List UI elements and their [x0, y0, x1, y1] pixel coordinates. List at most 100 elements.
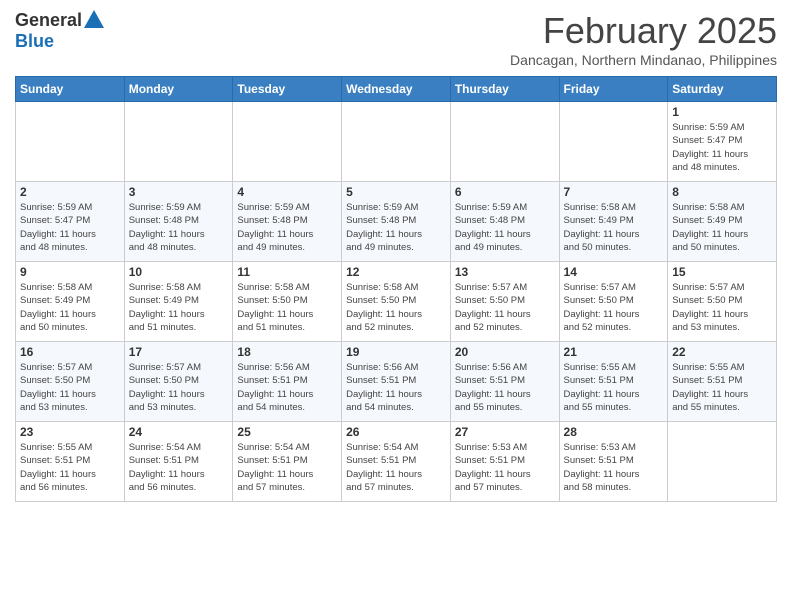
calendar-week-row: 2 Sunrise: 5:59 AM Sunset: 5:47 PM Daylig…	[16, 182, 777, 262]
calendar-week-row: 23Sunrise: 5:55 AM Sunset: 5:51 PM Dayli…	[16, 422, 777, 502]
day-info: Sunrise: 5:55 AM Sunset: 5:51 PM Dayligh…	[564, 361, 664, 414]
day-number: 1	[672, 105, 772, 119]
calendar-cell: 1 Sunrise: 5:59 AM Sunset: 5:47 PM Daylig…	[668, 102, 777, 182]
calendar-day-header: Friday	[559, 77, 668, 102]
day-number: 12	[346, 265, 446, 279]
day-number: 23	[20, 425, 120, 439]
calendar-cell: 26 Sunrise: 5:54 AM Sunset: 5:51 PM Dayli…	[342, 422, 451, 502]
day-number: 27	[455, 425, 555, 439]
day-info: Sunrise: 5:57 AM Sunset: 5:50 PM Dayligh…	[564, 281, 664, 334]
title-section: February 2025 Dancagan, Northern Mindana…	[510, 10, 777, 68]
logo-blue-text: Blue	[15, 31, 54, 52]
day-number: 9	[20, 265, 120, 279]
calendar-cell: 4 Sunrise: 5:59 AM Sunset: 5:48 PM Daylig…	[233, 182, 342, 262]
calendar-cell: 18Sunrise: 5:56 AM Sunset: 5:51 PM Dayli…	[233, 342, 342, 422]
day-number: 28	[564, 425, 664, 439]
logo-triangle-icon	[84, 10, 104, 28]
day-info: Sunrise: 5:54 AM Sunset: 5:51 PM Dayligh…	[237, 441, 337, 494]
calendar-cell: 22 Sunrise: 5:55 AM Sunset: 5:51 PM Dayli…	[668, 342, 777, 422]
day-info: Sunrise: 5:56 AM Sunset: 5:51 PM Dayligh…	[455, 361, 555, 414]
day-info: Sunrise: 5:57 AM Sunset: 5:50 PM Dayligh…	[129, 361, 229, 414]
calendar-cell	[450, 102, 559, 182]
day-number: 8	[672, 185, 772, 199]
day-number: 19	[346, 345, 446, 359]
calendar-cell: 17 Sunrise: 5:57 AM Sunset: 5:50 PM Dayli…	[124, 342, 233, 422]
calendar-cell: 23Sunrise: 5:55 AM Sunset: 5:51 PM Dayli…	[16, 422, 125, 502]
day-info: Sunrise: 5:53 AM Sunset: 5:51 PM Dayligh…	[564, 441, 664, 494]
day-number: 22	[672, 345, 772, 359]
calendar-day-header: Saturday	[668, 77, 777, 102]
calendar-cell: 9 Sunrise: 5:58 AM Sunset: 5:49 PM Daylig…	[16, 262, 125, 342]
calendar-cell: 14 Sunrise: 5:57 AM Sunset: 5:50 PM Dayli…	[559, 262, 668, 342]
day-number: 5	[346, 185, 446, 199]
day-number: 26	[346, 425, 446, 439]
day-number: 7	[564, 185, 664, 199]
day-number: 17	[129, 345, 229, 359]
day-info: Sunrise: 5:58 AM Sunset: 5:49 PM Dayligh…	[564, 201, 664, 254]
day-number: 13	[455, 265, 555, 279]
day-info: Sunrise: 5:59 AM Sunset: 5:48 PM Dayligh…	[237, 201, 337, 254]
calendar-day-header: Wednesday	[342, 77, 451, 102]
day-number: 4	[237, 185, 337, 199]
month-year-title: February 2025	[510, 10, 777, 52]
day-info: Sunrise: 5:58 AM Sunset: 5:49 PM Dayligh…	[129, 281, 229, 334]
day-number: 25	[237, 425, 337, 439]
logo-general-text: General	[15, 10, 82, 31]
calendar-cell: 15Sunrise: 5:57 AM Sunset: 5:50 PM Dayli…	[668, 262, 777, 342]
day-number: 6	[455, 185, 555, 199]
calendar-cell	[559, 102, 668, 182]
day-number: 20	[455, 345, 555, 359]
calendar-cell: 21 Sunrise: 5:55 AM Sunset: 5:51 PM Dayli…	[559, 342, 668, 422]
calendar-cell: 5 Sunrise: 5:59 AM Sunset: 5:48 PM Daylig…	[342, 182, 451, 262]
day-number: 21	[564, 345, 664, 359]
calendar-cell: 3Sunrise: 5:59 AM Sunset: 5:48 PM Daylig…	[124, 182, 233, 262]
location-text: Dancagan, Northern Mindanao, Philippines	[510, 52, 777, 68]
day-info: Sunrise: 5:59 AM Sunset: 5:48 PM Dayligh…	[455, 201, 555, 254]
calendar-cell: 6 Sunrise: 5:59 AM Sunset: 5:48 PM Daylig…	[450, 182, 559, 262]
calendar-cell: 7 Sunrise: 5:58 AM Sunset: 5:49 PM Daylig…	[559, 182, 668, 262]
day-info: Sunrise: 5:58 AM Sunset: 5:49 PM Dayligh…	[20, 281, 120, 334]
calendar-cell: 25 Sunrise: 5:54 AM Sunset: 5:51 PM Dayli…	[233, 422, 342, 502]
calendar-cell: 16 Sunrise: 5:57 AM Sunset: 5:50 PM Dayli…	[16, 342, 125, 422]
day-info: Sunrise: 5:54 AM Sunset: 5:51 PM Dayligh…	[129, 441, 229, 494]
calendar-cell: 8 Sunrise: 5:58 AM Sunset: 5:49 PM Daylig…	[668, 182, 777, 262]
calendar-header-row: SundayMondayTuesdayWednesdayThursdayFrid…	[16, 77, 777, 102]
logo: General Blue	[15, 10, 104, 52]
day-number: 16	[20, 345, 120, 359]
header: General Blue February 2025 Dancagan, Nor…	[15, 10, 777, 68]
calendar-cell: 2 Sunrise: 5:59 AM Sunset: 5:47 PM Daylig…	[16, 182, 125, 262]
logo-text: General	[15, 10, 104, 31]
day-number: 18	[237, 345, 337, 359]
day-number: 2	[20, 185, 120, 199]
day-number: 14	[564, 265, 664, 279]
day-info: Sunrise: 5:53 AM Sunset: 5:51 PM Dayligh…	[455, 441, 555, 494]
calendar-cell	[668, 422, 777, 502]
calendar-cell	[16, 102, 125, 182]
calendar-cell: 24 Sunrise: 5:54 AM Sunset: 5:51 PM Dayli…	[124, 422, 233, 502]
day-info: Sunrise: 5:59 AM Sunset: 5:47 PM Dayligh…	[20, 201, 120, 254]
calendar-day-header: Tuesday	[233, 77, 342, 102]
day-info: Sunrise: 5:59 AM Sunset: 5:48 PM Dayligh…	[129, 201, 229, 254]
day-info: Sunrise: 5:59 AM Sunset: 5:48 PM Dayligh…	[346, 201, 446, 254]
day-info: Sunrise: 5:54 AM Sunset: 5:51 PM Dayligh…	[346, 441, 446, 494]
calendar-week-row: 9 Sunrise: 5:58 AM Sunset: 5:49 PM Daylig…	[16, 262, 777, 342]
calendar-cell: 12Sunrise: 5:58 AM Sunset: 5:50 PM Dayli…	[342, 262, 451, 342]
calendar-cell: 10 Sunrise: 5:58 AM Sunset: 5:49 PM Dayli…	[124, 262, 233, 342]
calendar-week-row: 16 Sunrise: 5:57 AM Sunset: 5:50 PM Dayli…	[16, 342, 777, 422]
day-info: Sunrise: 5:55 AM Sunset: 5:51 PM Dayligh…	[672, 361, 772, 414]
day-number: 10	[129, 265, 229, 279]
day-number: 11	[237, 265, 337, 279]
calendar-day-header: Monday	[124, 77, 233, 102]
page: General Blue February 2025 Dancagan, Nor…	[0, 0, 792, 517]
calendar-cell	[124, 102, 233, 182]
calendar-cell: 28 Sunrise: 5:53 AM Sunset: 5:51 PM Dayli…	[559, 422, 668, 502]
calendar-day-header: Sunday	[16, 77, 125, 102]
day-number: 24	[129, 425, 229, 439]
calendar-cell: 11Sunrise: 5:58 AM Sunset: 5:50 PM Dayli…	[233, 262, 342, 342]
day-info: Sunrise: 5:56 AM Sunset: 5:51 PM Dayligh…	[346, 361, 446, 414]
calendar-week-row: 1 Sunrise: 5:59 AM Sunset: 5:47 PM Daylig…	[16, 102, 777, 182]
calendar-table: SundayMondayTuesdayWednesdayThursdayFrid…	[15, 76, 777, 502]
day-info: Sunrise: 5:57 AM Sunset: 5:50 PM Dayligh…	[20, 361, 120, 414]
day-info: Sunrise: 5:58 AM Sunset: 5:49 PM Dayligh…	[672, 201, 772, 254]
day-info: Sunrise: 5:59 AM Sunset: 5:47 PM Dayligh…	[672, 121, 772, 174]
